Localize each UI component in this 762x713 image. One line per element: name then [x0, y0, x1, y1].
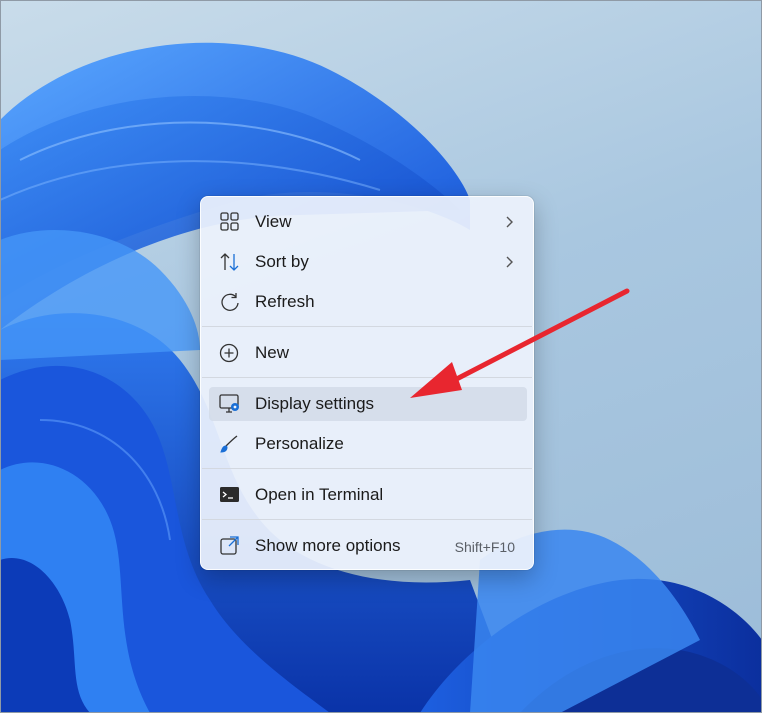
menu-item-label: View	[255, 212, 292, 231]
display-settings-icon	[219, 394, 239, 413]
menu-separator	[202, 468, 532, 469]
menu-item-label: Display settings	[255, 394, 375, 413]
menu-separator	[202, 326, 532, 327]
menu-item-new[interactable]: New	[209, 336, 527, 370]
menu-item-label: Open in Terminal	[255, 485, 384, 504]
terminal-icon	[220, 487, 239, 502]
refresh-icon	[221, 293, 239, 311]
chevron-right-icon	[506, 256, 513, 268]
menu-item-open-in-terminal[interactable]: Open in Terminal	[209, 478, 527, 512]
menu-item-label: Refresh	[255, 292, 315, 311]
menu-item-refresh[interactable]: Refresh	[209, 285, 527, 319]
menu-item-show-more-options[interactable]: Show more options Shift+F10	[209, 529, 527, 563]
sort-icon	[220, 253, 239, 271]
menu-item-display-settings[interactable]: Display settings	[209, 387, 527, 421]
share-icon	[220, 536, 239, 555]
chevron-right-icon	[506, 216, 513, 228]
menu-item-label: New	[255, 343, 290, 362]
menu-item-view[interactable]: View	[209, 205, 527, 239]
menu-item-label: Sort by	[255, 252, 309, 271]
menu-item-label: Show more options	[255, 536, 401, 555]
menu-item-label: Personalize	[255, 434, 344, 453]
menu-item-personalize[interactable]: Personalize	[209, 427, 527, 461]
menu-separator	[202, 377, 532, 378]
add-circle-icon	[219, 343, 239, 363]
keyboard-shortcut: Shift+F10	[454, 539, 515, 555]
brush-icon	[220, 435, 238, 453]
desktop-context-menu: View Sort by Refresh New Display setting…	[200, 196, 534, 570]
menu-item-sort-by[interactable]: Sort by	[209, 245, 527, 279]
menu-separator	[202, 519, 532, 520]
grid-icon	[220, 212, 239, 231]
